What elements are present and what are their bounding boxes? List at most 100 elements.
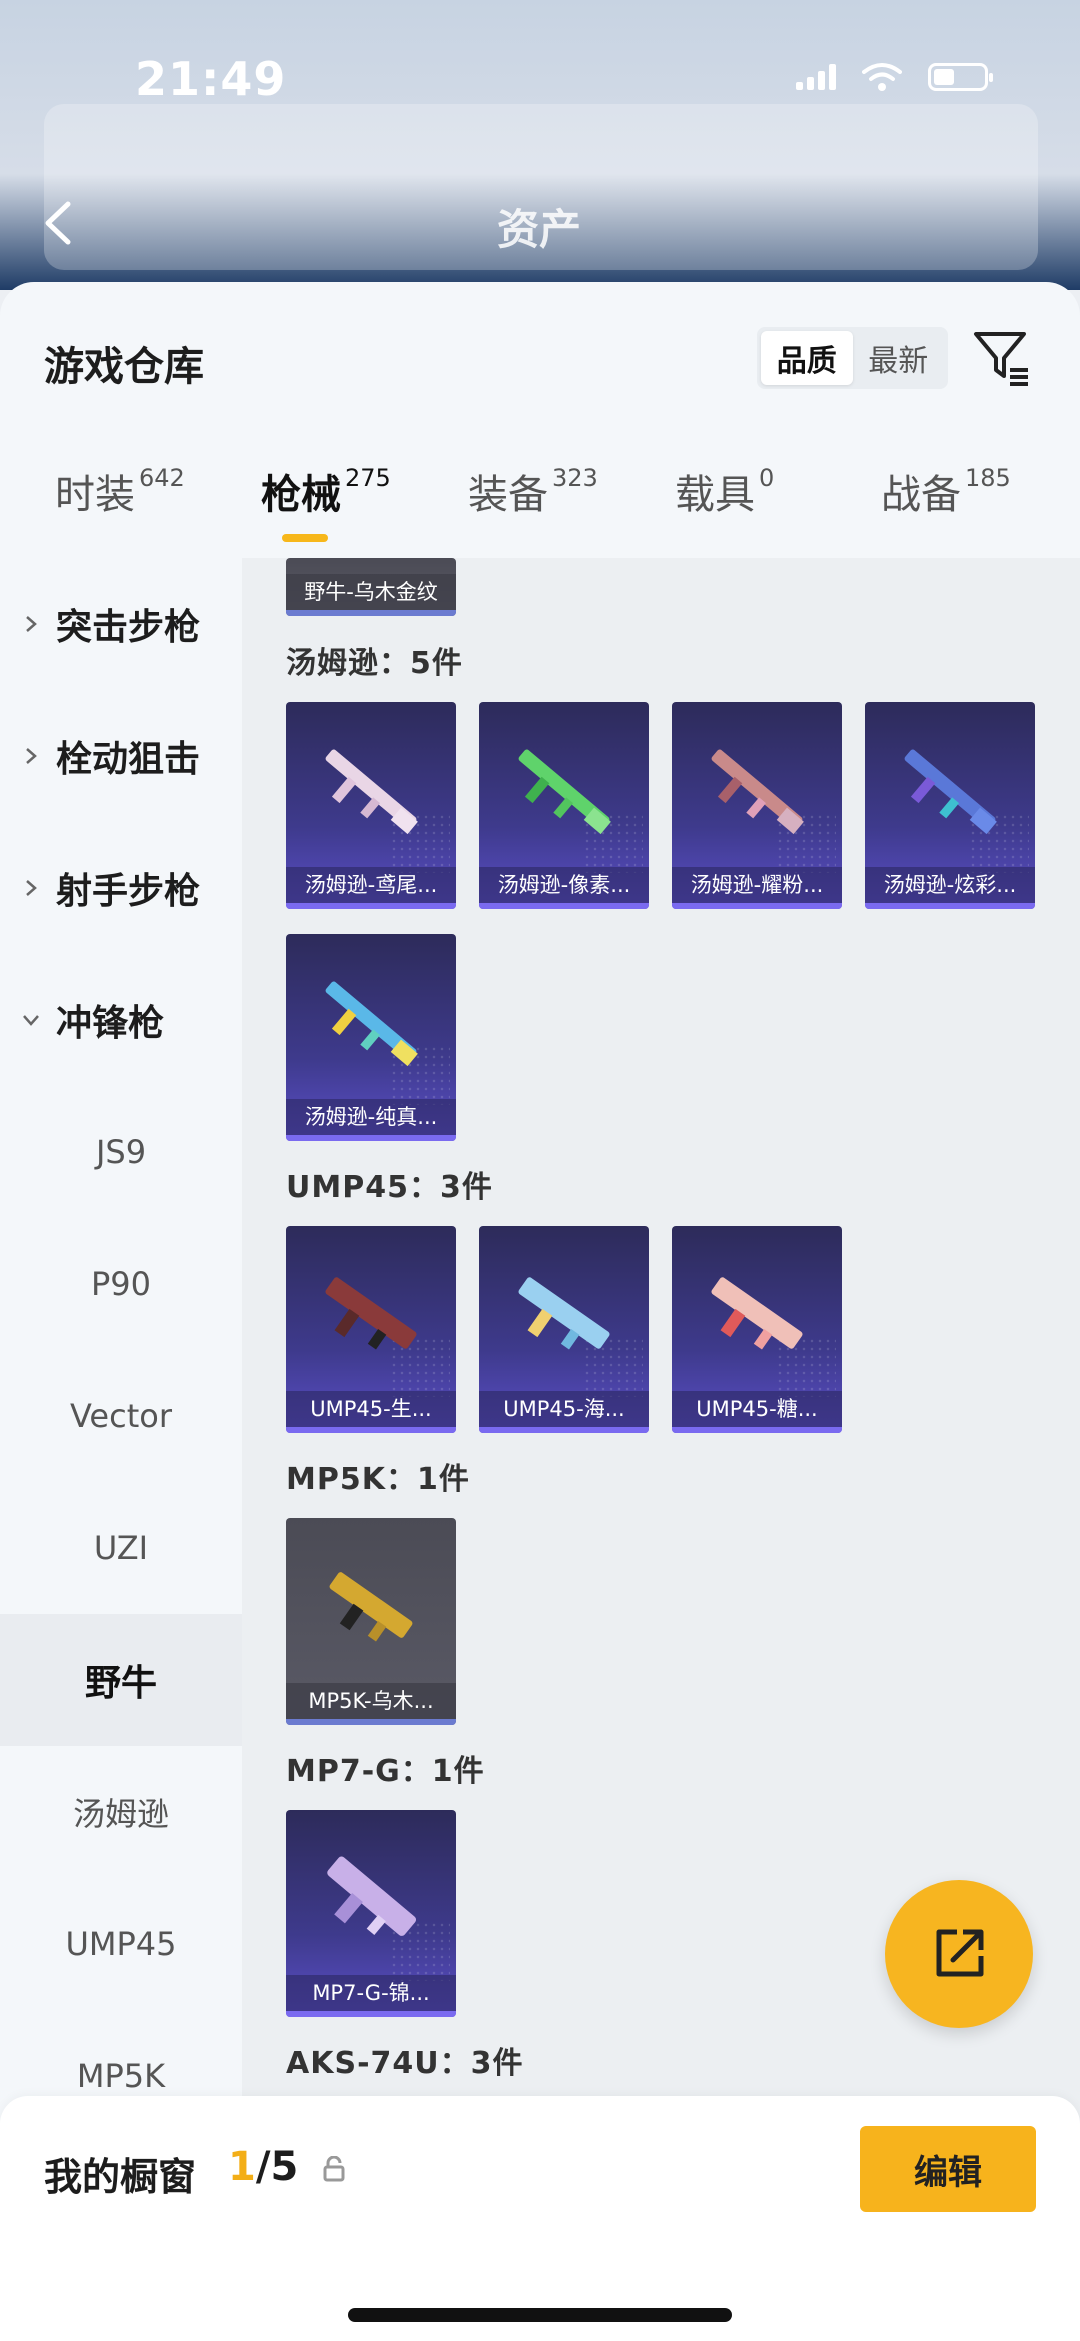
item-grid: 野牛-乌木金纹 汤姆逊：5件 汤姆逊-鸢尾... 汤姆逊-像素... 汤姆逊-耀… <box>242 558 1080 2341</box>
ump45-skin-icon <box>711 1277 803 1350</box>
group-title-mp7g: MP7-G：1件 <box>286 1754 485 1789</box>
sidebar-sub-thompson[interactable]: 汤姆逊 <box>0 1746 242 1878</box>
group-title-mp5k: MP5K：1件 <box>286 1462 470 1497</box>
rarity-bar <box>286 1135 456 1141</box>
thompson-skin-icon <box>325 981 418 1067</box>
chevron-right-icon <box>26 748 37 764</box>
signal-icon <box>796 64 836 90</box>
page-title: 资产 <box>497 205 582 254</box>
rarity-bar <box>672 1427 842 1433</box>
sidebar-item-smg[interactable]: 冲锋枪 <box>0 954 242 1086</box>
sidebar-sub-bizon[interactable]: 野牛 <box>0 1614 242 1746</box>
sidebar-sub-p90[interactable]: P90 <box>0 1218 242 1350</box>
back-chevron-icon[interactable] <box>42 200 72 246</box>
rarity-bar <box>479 1427 649 1433</box>
warehouse-sheet: 游戏仓库 品质 最新 时装 642 枪械 275 装备 323 载具 0 战备 … <box>0 282 1080 2341</box>
chevron-right-icon <box>26 616 37 632</box>
showcase-label: 我的橱窗 <box>44 2155 197 2199</box>
group-title-thompson: 汤姆逊：5件 <box>286 646 463 681</box>
skin-card[interactable]: UMP45-海... <box>479 1226 649 1433</box>
showcase-total: /5 <box>255 2144 299 2190</box>
chevron-right-icon <box>26 880 37 896</box>
skin-name: 汤姆逊-鸢尾... <box>286 867 456 903</box>
tab-count: 323 <box>552 464 598 492</box>
skin-name: 野牛-乌木金纹 <box>286 574 456 610</box>
category-sidebar: 突击步枪 栓动狙击 射手步枪 冲锋枪 JS9 P90 Vector UZI 野牛… <box>0 558 242 2341</box>
showcase-count: 1/5 <box>228 2144 298 2190</box>
tab-combat-gear[interactable]: 战备 185 <box>881 462 1011 520</box>
skin-card[interactable]: 汤姆逊-耀粉... <box>672 702 842 909</box>
thompson-skin-icon <box>904 749 997 835</box>
sort-quality-button[interactable]: 品质 <box>761 331 853 385</box>
skin-card[interactable]: MP7-G-锦... <box>286 1810 456 2017</box>
showcase-bar: 我的橱窗 1/5 编辑 <box>0 2096 1080 2341</box>
sidebar-item-bolt-sniper[interactable]: 栓动狙击 <box>0 690 242 822</box>
tab-label: 时装 <box>55 472 135 518</box>
ump45-skin-icon <box>325 1277 417 1350</box>
sidebar-sub-uzi[interactable]: UZI <box>0 1482 242 1614</box>
rarity-bar <box>865 903 1035 909</box>
tab-label: 装备 <box>468 472 548 518</box>
tab-equipment[interactable]: 装备 323 <box>468 462 598 520</box>
tab-count: 275 <box>345 464 391 492</box>
skin-name: 汤姆逊-炫彩... <box>865 867 1035 903</box>
rarity-bar <box>672 903 842 909</box>
active-tab-indicator <box>282 534 328 542</box>
showcase-current: 1 <box>228 2144 256 2190</box>
filter-icon[interactable] <box>970 326 1032 388</box>
skin-card[interactable]: 汤姆逊-像素... <box>479 702 649 909</box>
sidebar-item-label: 栓动狙击 <box>56 739 201 780</box>
page-backdrop: 21:49 资产 <box>0 0 1080 290</box>
skin-card[interactable]: 汤姆逊-纯真... <box>286 934 456 1141</box>
sidebar-sub-js9[interactable]: JS9 <box>0 1086 242 1218</box>
skin-card[interactable]: UMP45-糖... <box>672 1226 842 1433</box>
skin-card[interactable]: UMP45-生... <box>286 1226 456 1433</box>
mp7g-skin-icon <box>327 1856 417 1936</box>
skin-name: MP5K-乌木... <box>286 1683 456 1719</box>
skin-name: UMP45-生... <box>286 1391 456 1427</box>
skin-name: UMP45-糖... <box>672 1391 842 1427</box>
skin-name: 汤姆逊-像素... <box>479 867 649 903</box>
tab-label: 枪械 <box>261 472 341 518</box>
sidebar-item-marksman-rifle[interactable]: 射手步枪 <box>0 822 242 954</box>
sidebar-item-label: 射手步枪 <box>56 871 201 912</box>
rarity-bar <box>286 610 456 616</box>
skin-card[interactable]: 野牛-乌木金纹 <box>286 558 456 616</box>
chevron-down-icon <box>23 1015 39 1026</box>
sort-newest-button[interactable]: 最新 <box>853 331 945 385</box>
skin-name: 汤姆逊-纯真... <box>286 1099 456 1135</box>
thompson-skin-icon <box>518 749 611 835</box>
group-title-ump45: UMP45：3件 <box>286 1170 493 1205</box>
sidebar-item-assault-rifle[interactable]: 突击步枪 <box>0 558 242 690</box>
sheet-title: 游戏仓库 <box>44 344 204 390</box>
rarity-bar <box>286 903 456 909</box>
skin-card[interactable]: 汤姆逊-炫彩... <box>865 702 1035 909</box>
sidebar-item-label: 冲锋枪 <box>56 1003 165 1044</box>
battery-icon <box>928 63 993 91</box>
ump45-skin-icon <box>518 1277 610 1350</box>
status-time: 21:49 <box>135 52 287 106</box>
skin-name: 汤姆逊-耀粉... <box>672 867 842 903</box>
share-icon <box>936 1929 984 1977</box>
tab-vehicles[interactable]: 载具 0 <box>675 462 774 520</box>
edit-button[interactable]: 编辑 <box>860 2126 1036 2212</box>
group-title-aks74u: AKS-74U：3件 <box>286 2046 524 2081</box>
tab-firearms[interactable]: 枪械 275 <box>261 462 391 520</box>
tab-count: 0 <box>759 464 775 492</box>
lock-icon <box>323 2156 345 2182</box>
rarity-bar <box>286 1719 456 1725</box>
sidebar-sub-ump45[interactable]: UMP45 <box>0 1878 242 2010</box>
tab-count: 642 <box>139 464 185 492</box>
sort-toggle: 品质 最新 <box>757 327 948 389</box>
skin-card[interactable]: 汤姆逊-鸢尾... <box>286 702 456 909</box>
tab-fashion[interactable]: 时装 642 <box>55 462 185 520</box>
sidebar-sub-vector[interactable]: Vector <box>0 1350 242 1482</box>
share-button[interactable] <box>885 1880 1033 2028</box>
tab-count: 185 <box>965 464 1011 492</box>
category-tabs: 时装 642 枪械 275 装备 323 载具 0 战备 185 <box>0 462 1080 542</box>
sidebar-item-label: 突击步枪 <box>56 607 201 648</box>
thompson-skin-icon <box>325 749 418 835</box>
rarity-bar <box>479 903 649 909</box>
skin-card[interactable]: MP5K-乌木... <box>286 1518 456 1725</box>
tab-label: 载具 <box>675 472 755 518</box>
